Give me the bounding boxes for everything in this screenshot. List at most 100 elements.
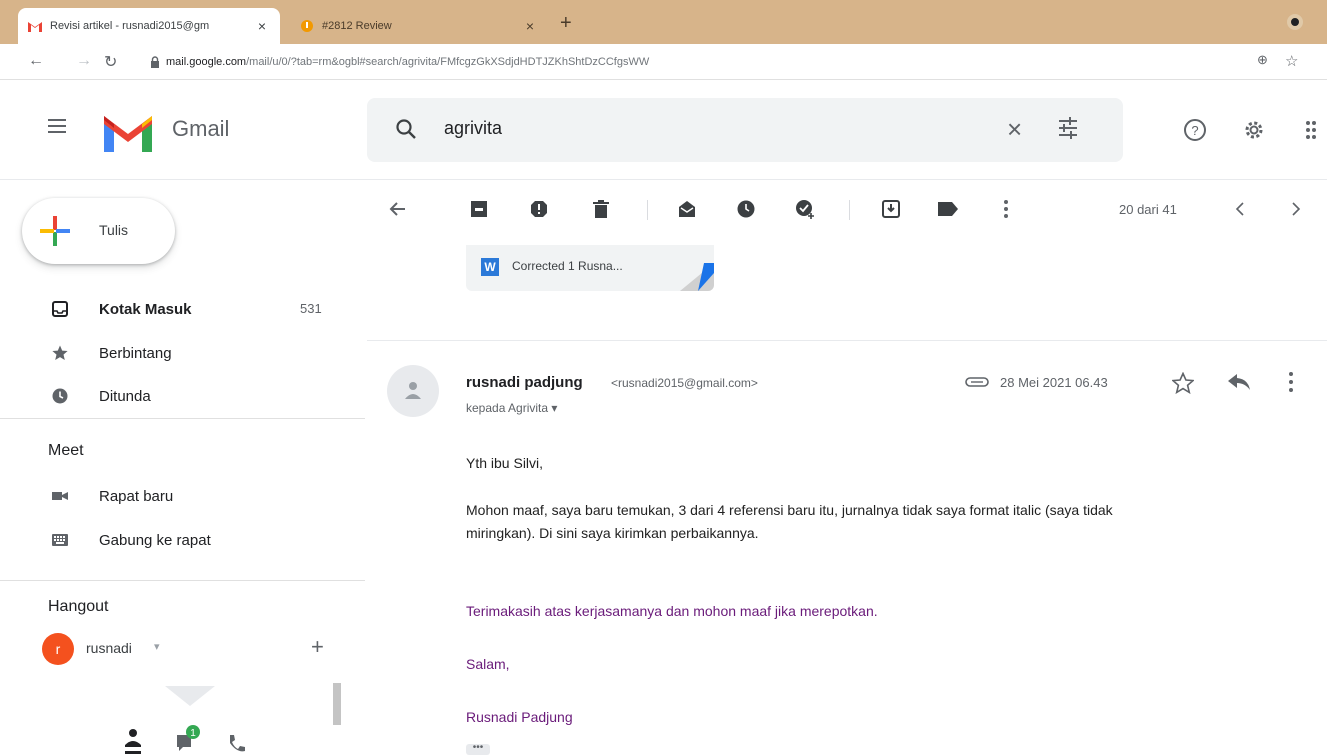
sidebar-item-label: Berbintang bbox=[99, 345, 172, 362]
attachment-paperclip-icon bbox=[965, 377, 989, 387]
message-body-line: Terimakasih atas kerjasamanya dan mohon … bbox=[466, 603, 878, 619]
sidebar-item-label: Gabung ke rapat bbox=[99, 532, 211, 549]
gmail-wordmark[interactable]: Gmail bbox=[172, 116, 229, 142]
profile-icon[interactable] bbox=[1287, 14, 1303, 30]
compose-button[interactable]: Tulis bbox=[22, 198, 175, 264]
report-spam-icon[interactable] bbox=[528, 198, 550, 220]
reply-arrow-icon[interactable] bbox=[1228, 374, 1250, 390]
sidebar-scrollbar[interactable] bbox=[333, 683, 341, 725]
search-bar[interactable]: agrivita × bbox=[367, 98, 1123, 162]
message-divider bbox=[367, 340, 1327, 341]
message-body-line: Salam, bbox=[466, 656, 510, 672]
help-icon[interactable]: ? bbox=[1183, 118, 1207, 142]
snooze-clock-icon[interactable] bbox=[735, 198, 757, 220]
back-arrow-icon[interactable]: ← bbox=[28, 52, 44, 70]
newer-chevron-left-icon[interactable] bbox=[1229, 198, 1251, 220]
attachment-name: Corrected 1 Rusna... bbox=[512, 259, 623, 273]
back-to-search-icon[interactable] bbox=[387, 198, 409, 220]
message-body-line: miringkan). Di sini saya kirimkan perbai… bbox=[466, 525, 759, 541]
gmail-header: Gmail agrivita × ? bbox=[0, 80, 1327, 180]
hangout-status-chevron-icon[interactable]: ▾ bbox=[154, 640, 160, 653]
search-options-icon[interactable] bbox=[1057, 116, 1079, 140]
sidebar-item-label: Kotak Masuk bbox=[99, 301, 192, 318]
recipient-details[interactable]: kepada Agrivita ▾ bbox=[466, 401, 557, 415]
hangout-bottom-bar: 1 bbox=[115, 725, 275, 755]
sidebar-item-new-meeting[interactable]: Rapat baru bbox=[0, 476, 365, 518]
url-bar[interactable]: mail.google.com/mail/u/0/?tab=rm&ogbl#se… bbox=[140, 48, 1320, 76]
toolbar-divider bbox=[849, 200, 850, 220]
show-trimmed-content-button[interactable]: ••• bbox=[466, 743, 490, 755]
hangout-user-name[interactable]: rusnadi bbox=[86, 640, 132, 656]
word-file-icon: W bbox=[481, 258, 499, 276]
lock-icon bbox=[151, 56, 159, 68]
hangout-avatar[interactable]: r bbox=[42, 633, 74, 665]
pagination-count: 20 dari 41 bbox=[1119, 202, 1177, 217]
sender-avatar[interactable] bbox=[387, 365, 439, 417]
search-icon[interactable] bbox=[395, 118, 417, 140]
delete-trash-icon[interactable] bbox=[590, 198, 612, 220]
older-chevron-right-icon[interactable] bbox=[1285, 198, 1307, 220]
hangout-add-button[interactable]: + bbox=[311, 634, 324, 660]
mark-unread-icon[interactable] bbox=[676, 198, 698, 220]
url-path: /mail/u/0/?tab=rm&ogbl#search/agrivita/F… bbox=[246, 56, 650, 68]
contacts-person-icon[interactable] bbox=[122, 727, 144, 755]
browser-tab-strip: Revisi artikel - rusnadi2015@gm × #2812 … bbox=[0, 0, 1327, 44]
zoom-icon[interactable]: ⊕ bbox=[1257, 52, 1268, 68]
settings-gear-icon[interactable] bbox=[1242, 118, 1266, 142]
gmail-favicon-icon bbox=[28, 21, 42, 32]
clear-search-icon[interactable]: × bbox=[1007, 114, 1022, 145]
apps-grid-icon[interactable] bbox=[1306, 120, 1316, 140]
message-body-line: Rusnadi Padjung bbox=[466, 709, 573, 725]
archive-icon[interactable] bbox=[468, 198, 490, 220]
add-to-tasks-icon[interactable] bbox=[794, 198, 816, 220]
sidebar-item-inbox[interactable]: Kotak Masuk 531 bbox=[0, 289, 365, 331]
attachment-card[interactable]: W Corrected 1 Rusna... bbox=[466, 245, 714, 291]
site-favicon-icon bbox=[301, 20, 313, 32]
default-person-icon bbox=[405, 382, 421, 399]
sender-email: <rusnadi2015@gmail.com> bbox=[611, 376, 758, 390]
star-icon bbox=[52, 345, 68, 360]
more-options-icon[interactable] bbox=[995, 198, 1017, 220]
phone-icon[interactable] bbox=[227, 733, 245, 755]
hangouts-chat-icon[interactable]: 1 bbox=[175, 725, 201, 755]
tab-close-icon[interactable]: × bbox=[254, 18, 270, 34]
new-tab-button[interactable]: + bbox=[560, 12, 572, 35]
hangout-section-title: Hangout bbox=[48, 598, 109, 615]
sidebar-divider bbox=[0, 418, 365, 419]
address-bar-row: ← → ↻ mail.google.com/mail/u/0/?tab=rm&o… bbox=[0, 44, 1327, 80]
search-input[interactable]: agrivita bbox=[444, 118, 502, 139]
tab-close-icon[interactable]: × bbox=[522, 18, 538, 34]
label-tag-icon[interactable] bbox=[937, 198, 959, 220]
star-outline-icon[interactable] bbox=[1172, 372, 1194, 394]
main-menu-icon[interactable] bbox=[48, 119, 66, 137]
sender-name[interactable]: rusnadi padjung bbox=[466, 374, 583, 391]
sidebar-item-label: Ditunda bbox=[99, 388, 151, 405]
keyboard-icon bbox=[52, 534, 68, 546]
compose-plus-icon bbox=[40, 216, 70, 246]
message-date: 28 Mei 2021 06.43 bbox=[1000, 375, 1108, 390]
browser-tab-review[interactable]: #2812 Review × bbox=[290, 8, 548, 44]
sidebar-item-join-meeting[interactable]: Gabung ke rapat bbox=[0, 520, 365, 562]
move-to-icon[interactable] bbox=[880, 198, 902, 220]
clock-icon bbox=[52, 388, 68, 404]
sidebar-item-label: Rapat baru bbox=[99, 488, 174, 505]
message-more-icon[interactable] bbox=[1289, 372, 1293, 392]
svg-text:?: ? bbox=[1191, 123, 1198, 138]
gmail-logo-icon[interactable] bbox=[100, 110, 156, 152]
sidebar-item-snoozed[interactable]: Ditunda bbox=[0, 376, 365, 418]
message-body-line: Mohon maaf, saya baru temukan, 3 dari 4 … bbox=[466, 502, 1113, 518]
forward-arrow-icon[interactable]: → bbox=[76, 52, 92, 70]
attachment-fold-icon bbox=[680, 263, 714, 291]
inbox-icon bbox=[52, 301, 68, 317]
sidebar-item-starred[interactable]: Berbintang bbox=[0, 333, 365, 375]
bookmark-star-icon[interactable]: ☆ bbox=[1285, 52, 1298, 70]
hangout-bubble bbox=[165, 686, 215, 706]
toolbar-divider bbox=[647, 200, 648, 220]
tab-title: Revisi artikel - rusnadi2015@gm bbox=[50, 20, 210, 32]
message-body-line: Yth ibu Silvi, bbox=[466, 455, 544, 471]
sidebar-divider bbox=[0, 580, 365, 581]
video-camera-icon bbox=[52, 492, 68, 500]
reload-icon[interactable]: ↻ bbox=[104, 52, 117, 72]
tab-title: #2812 Review bbox=[322, 20, 392, 32]
browser-tab-gmail[interactable]: Revisi artikel - rusnadi2015@gm × bbox=[18, 8, 280, 44]
